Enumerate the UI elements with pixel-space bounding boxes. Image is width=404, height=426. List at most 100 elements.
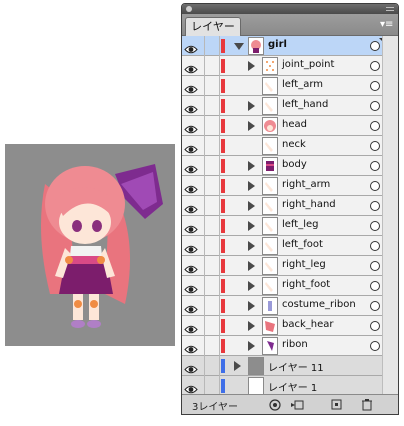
layer-row-1[interactable]: joint_point [182,56,398,76]
target-circle-icon[interactable] [370,141,380,151]
layer-row-16[interactable]: レイヤー 11 [182,356,398,376]
visibility-eye-icon[interactable] [184,60,198,74]
disclosure-collapsed-icon[interactable] [248,121,255,131]
create-layer-icon[interactable] [330,398,344,411]
layer-row-8[interactable]: right_hand [182,196,398,216]
disclosure-collapsed-icon[interactable] [248,261,255,271]
lock-toggle[interactable] [204,56,220,76]
target-circle-icon[interactable] [370,121,380,131]
target-circle-icon[interactable] [370,81,380,91]
target-circle-icon[interactable] [370,181,380,191]
collapse-grip-icon[interactable] [386,7,394,11]
target-circle-icon[interactable] [370,321,380,331]
layer-row-11[interactable]: right_leg [182,256,398,276]
disclosure-collapsed-icon[interactable] [248,181,255,191]
layer-color-bar [221,159,225,173]
target-circle-icon[interactable] [370,101,380,111]
layer-row-5[interactable]: neck [182,136,398,156]
disclosure-collapsed-icon[interactable] [248,161,255,171]
visibility-eye-icon[interactable] [184,220,198,234]
lock-toggle[interactable] [204,316,220,336]
delete-icon[interactable] [360,398,374,411]
layer-name: neck [282,139,306,150]
layer-row-2[interactable]: left_arm [182,76,398,96]
make-clipping-mask-icon[interactable] [268,398,282,411]
lock-toggle[interactable] [204,216,220,236]
disclosure-collapsed-icon[interactable] [234,361,241,371]
layer-row-17[interactable]: レイヤー 1 [182,376,398,396]
lock-toggle[interactable] [204,96,220,116]
lock-toggle[interactable] [204,196,220,216]
lock-toggle[interactable] [204,36,220,56]
visibility-eye-icon[interactable] [184,360,198,374]
layer-name: right_leg [282,259,326,270]
target-circle-icon[interactable] [370,221,380,231]
layer-thumbnail [262,57,278,75]
panel-titlebar[interactable] [182,4,398,14]
lock-toggle[interactable] [204,236,220,256]
visibility-eye-icon[interactable] [184,200,198,214]
lock-toggle[interactable] [204,296,220,316]
disclosure-collapsed-icon[interactable] [248,281,255,291]
target-circle-icon[interactable] [370,261,380,271]
visibility-eye-icon[interactable] [184,300,198,314]
layer-row-6[interactable]: body [182,156,398,176]
disclosure-collapsed-icon[interactable] [248,101,255,111]
disclosure-collapsed-icon[interactable] [248,341,255,351]
disclosure-collapsed-icon[interactable] [248,201,255,211]
visibility-eye-icon[interactable] [184,160,198,174]
layer-row-3[interactable]: left_hand [182,96,398,116]
visibility-eye-icon[interactable] [184,100,198,114]
lock-toggle[interactable] [204,176,220,196]
lock-toggle[interactable] [204,116,220,136]
lock-toggle[interactable] [204,276,220,296]
lock-toggle[interactable] [204,156,220,176]
lock-toggle[interactable] [204,336,220,356]
layers-scrollbar[interactable] [382,36,398,396]
disclosure-collapsed-icon[interactable] [248,241,255,251]
layer-row-13[interactable]: costume_ribon [182,296,398,316]
target-circle-icon[interactable] [370,161,380,171]
close-icon[interactable] [186,6,192,12]
disclosure-collapsed-icon[interactable] [248,61,255,71]
visibility-eye-icon[interactable] [184,180,198,194]
target-circle-icon[interactable] [370,341,380,351]
lock-toggle[interactable] [204,136,220,156]
visibility-eye-icon[interactable] [184,380,198,394]
lock-toggle[interactable] [204,256,220,276]
layer-row-7[interactable]: right_arm [182,176,398,196]
visibility-eye-icon[interactable] [184,80,198,94]
layer-row-12[interactable]: right_foot [182,276,398,296]
layer-color-bar [221,279,225,293]
create-sublayer-icon[interactable] [290,398,304,411]
target-circle-icon[interactable] [370,301,380,311]
layer-row-15[interactable]: ribon [182,336,398,356]
layer-row-14[interactable]: back_hear [182,316,398,336]
layer-color-bar [221,179,225,193]
panel-menu-icon[interactable]: ▾≡ [380,19,394,31]
lock-toggle[interactable] [204,376,220,396]
layer-row-9[interactable]: left_leg [182,216,398,236]
visibility-eye-icon[interactable] [184,260,198,274]
visibility-eye-icon[interactable] [184,280,198,294]
visibility-eye-icon[interactable] [184,120,198,134]
target-circle-icon[interactable] [370,241,380,251]
layer-row-10[interactable]: left_foot [182,236,398,256]
target-circle-icon[interactable] [370,61,380,71]
visibility-eye-icon[interactable] [184,240,198,254]
visibility-eye-icon[interactable] [184,320,198,334]
visibility-eye-icon[interactable] [184,40,198,54]
lock-toggle[interactable] [204,76,220,96]
disclosure-expanded-icon[interactable] [234,43,244,50]
lock-toggle[interactable] [204,356,220,376]
target-circle-icon[interactable] [370,281,380,291]
visibility-eye-icon[interactable] [184,140,198,154]
target-circle-icon[interactable] [370,201,380,211]
disclosure-collapsed-icon[interactable] [248,321,255,331]
visibility-eye-icon[interactable] [184,340,198,354]
disclosure-collapsed-icon[interactable] [248,221,255,231]
tab-layers[interactable]: レイヤー [185,17,241,36]
layer-row-0[interactable]: girl [182,36,398,56]
disclosure-collapsed-icon[interactable] [248,301,255,311]
layer-row-4[interactable]: head [182,116,398,136]
